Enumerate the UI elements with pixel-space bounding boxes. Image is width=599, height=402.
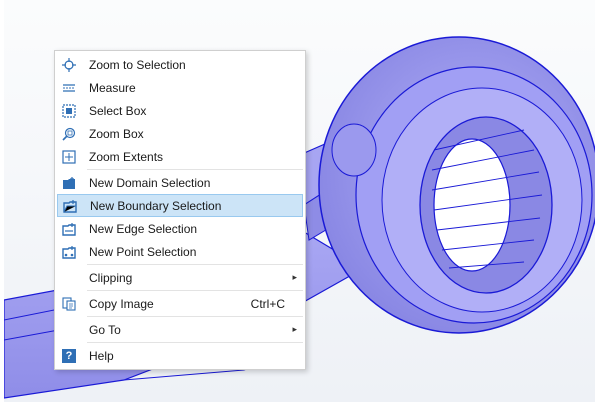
menu-label: Copy Image [89, 296, 154, 311]
menu-item-new-boundary-selection[interactable]: New Boundary Selection [57, 194, 303, 217]
menu-item-help[interactable]: ? Help [55, 344, 305, 367]
domain-selection-icon [61, 175, 77, 191]
menu-item-zoom-to-selection[interactable]: Zoom to Selection [55, 53, 305, 76]
menu-label: New Edge Selection [89, 221, 198, 236]
menu-label: Measure [89, 80, 136, 95]
submenu-arrow-icon: ▸ [292, 324, 297, 334]
menu-item-zoom-extents[interactable]: Zoom Extents [55, 145, 305, 168]
menu-separator [87, 342, 303, 343]
menu-label: New Boundary Selection [90, 198, 222, 213]
menu-item-new-domain-selection[interactable]: New Domain Selection [55, 171, 305, 194]
context-menu: Zoom to Selection Measure Select Box Zoo… [54, 50, 306, 370]
menu-separator [87, 264, 303, 265]
menu-item-measure[interactable]: Measure [55, 76, 305, 99]
edge-selection-icon [61, 221, 77, 237]
menu-item-new-edge-selection[interactable]: New Edge Selection [55, 217, 305, 240]
menu-label: Clipping [89, 270, 133, 285]
menu-item-new-point-selection[interactable]: New Point Selection [55, 240, 305, 263]
menu-label: Select Box [89, 103, 147, 118]
copy-image-icon [61, 296, 77, 312]
menu-item-select-box[interactable]: Select Box [55, 99, 305, 122]
zoom-to-selection-icon [61, 57, 77, 73]
measure-icon [61, 80, 77, 96]
menu-label: Help [89, 348, 114, 363]
blank-icon [61, 322, 77, 338]
zoom-extents-icon [61, 149, 77, 165]
point-selection-icon [61, 244, 77, 260]
submenu-arrow-icon: ▸ [292, 272, 297, 282]
help-icon-glyph: ? [62, 348, 76, 363]
menu-label: Zoom Extents [89, 149, 164, 164]
menu-label: New Point Selection [89, 244, 197, 259]
menu-label: Zoom Box [89, 126, 144, 141]
shortcut-text: Ctrl+C [250, 296, 285, 311]
menu-item-go-to[interactable]: Go To ▸ [55, 318, 305, 341]
menu-label: New Domain Selection [89, 175, 211, 190]
menu-item-clipping[interactable]: Clipping ▸ [55, 266, 305, 289]
menu-label: Go To [89, 322, 121, 337]
menu-separator [87, 290, 303, 291]
zoom-box-icon [61, 126, 77, 142]
menu-separator [87, 316, 303, 317]
menu-item-copy-image[interactable]: Copy Image Ctrl+C [55, 292, 305, 315]
menu-label: Zoom to Selection [89, 57, 186, 72]
select-box-icon [61, 103, 77, 119]
menu-item-zoom-box[interactable]: Zoom Box [55, 122, 305, 145]
menu-separator [87, 169, 303, 170]
boundary-selection-icon [62, 198, 78, 214]
help-icon: ? [61, 348, 77, 364]
blank-icon [61, 270, 77, 286]
